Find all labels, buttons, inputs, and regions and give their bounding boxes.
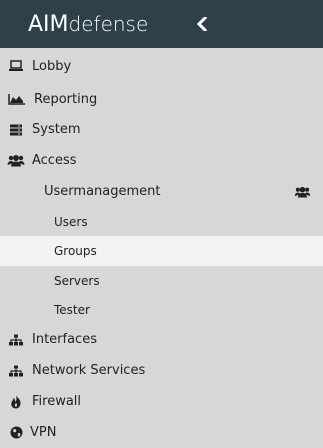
sidebar-item-firewall[interactable]: Firewall xyxy=(0,386,323,417)
sidebar-item-label: Interfaces xyxy=(32,332,97,347)
sidebar-item-network-services[interactable]: Network Services xyxy=(0,355,323,386)
sidebar-item-vpn[interactable]: VPN xyxy=(0,417,323,448)
sidebar-item-label: Servers xyxy=(54,273,100,288)
area-chart-icon xyxy=(8,91,26,107)
sidebar-item-label: Firewall xyxy=(32,394,82,409)
sidebar-item-label: System xyxy=(32,122,81,137)
globe-icon xyxy=(7,425,25,441)
sidebar-item-label: Users xyxy=(54,214,88,229)
app-logo: AIM defense xyxy=(28,12,148,37)
users-icon xyxy=(293,185,311,199)
sidebar-item-usermanagement[interactable]: Usermanagement xyxy=(0,176,323,207)
app-header: AIM defense xyxy=(0,0,323,48)
fire-icon xyxy=(7,394,25,410)
server-icon xyxy=(7,122,25,138)
chevron-left-icon xyxy=(197,17,207,31)
sidebar-item-label: VPN xyxy=(30,425,57,440)
sidebar-item-servers[interactable]: Servers xyxy=(0,266,323,295)
sidebar-item-label: Lobby xyxy=(32,58,72,74)
logo-text-aim: AIM xyxy=(28,12,69,37)
sidebar-item-label: Groups xyxy=(54,244,97,258)
logo-text-defense: defense xyxy=(68,12,149,36)
collapse-sidebar-button[interactable] xyxy=(192,14,212,34)
sidebar-item-label: Tester xyxy=(54,302,90,317)
sidebar-item-system[interactable]: System xyxy=(0,114,323,145)
sidebar-item-interfaces[interactable]: Interfaces xyxy=(0,324,323,355)
sidebar-item-groups[interactable]: Groups xyxy=(0,236,323,266)
users-icon xyxy=(7,153,25,169)
sidebar-item-label: Reporting xyxy=(34,91,98,107)
sidebar-item-label: Usermanagement xyxy=(44,184,161,199)
sidebar-item-users[interactable]: Users xyxy=(0,207,323,236)
sidebar-item-access[interactable]: Access xyxy=(0,145,323,176)
sidebar-item-tester[interactable]: Tester xyxy=(0,295,323,324)
sidebar-item-lobby[interactable]: Lobby xyxy=(0,48,323,84)
laptop-icon xyxy=(7,58,25,74)
sitemap-icon xyxy=(7,332,25,348)
sidebar-menu: Lobby Reporting System Access Usermanage… xyxy=(0,48,323,448)
sitemap-icon xyxy=(7,363,25,379)
sidebar-item-reporting[interactable]: Reporting xyxy=(0,84,323,114)
sidebar-item-label: Access xyxy=(32,153,77,168)
sidebar-item-label: Network Services xyxy=(32,363,146,378)
